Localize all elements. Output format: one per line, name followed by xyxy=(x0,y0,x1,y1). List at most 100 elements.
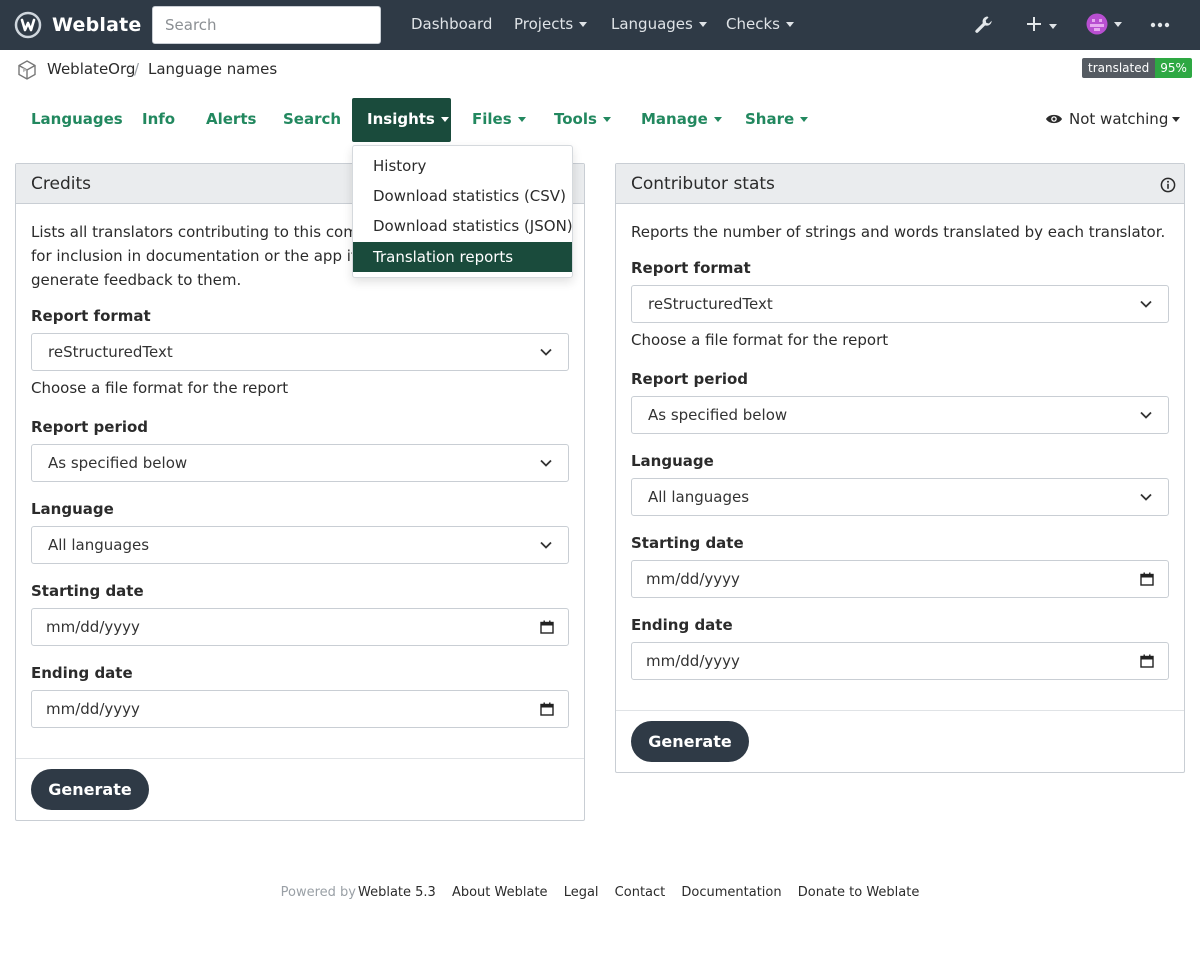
tab-alerts[interactable]: Alerts xyxy=(206,110,256,128)
footer-legal-link[interactable]: Legal xyxy=(564,885,599,900)
tab-languages[interactable]: Languages xyxy=(31,110,123,128)
credits-start-date-field[interactable]: mm/dd/yyyy xyxy=(31,608,569,646)
contributor-stats-panel: Contributor stats Reports the number of … xyxy=(615,163,1185,773)
credits-period-value: As specified below xyxy=(48,454,188,472)
contributor-panel-header: Contributor stats xyxy=(616,164,1184,204)
chevron-down-icon xyxy=(540,348,552,356)
tab-files[interactable]: Files xyxy=(472,110,526,128)
credits-generate-button[interactable]: Generate xyxy=(31,769,149,810)
credits-period-label: Report period xyxy=(31,418,149,436)
watch-label: Not watching xyxy=(1069,110,1169,128)
chevron-down-icon xyxy=(800,117,809,122)
breadcrumb-separator: / xyxy=(134,60,140,78)
credits-end-label: Ending date xyxy=(31,664,133,682)
tab-tools[interactable]: Tools xyxy=(554,110,611,128)
credits-period-select[interactable]: As specified below xyxy=(31,444,569,482)
contributor-description: Reports the number of strings and words … xyxy=(631,223,1166,241)
chevron-down-icon xyxy=(602,117,611,122)
nav-dashboard[interactable]: Dashboard xyxy=(411,15,492,33)
contributor-period-label: Report period xyxy=(631,370,749,388)
tab-info[interactable]: Info xyxy=(142,110,175,128)
chevron-down-icon xyxy=(1140,300,1152,308)
nav-languages[interactable]: Languages xyxy=(611,15,707,33)
brand[interactable]: Weblate xyxy=(14,10,141,40)
nav-dashboard-label: Dashboard xyxy=(411,15,493,33)
footer-about-link[interactable]: About Weblate xyxy=(452,885,548,900)
calendar-icon[interactable] xyxy=(1140,572,1154,586)
credits-language-value: All languages xyxy=(48,536,150,554)
breadcrumb-component[interactable]: Language names xyxy=(148,60,277,78)
chevron-down-icon xyxy=(540,541,552,549)
chevron-down-icon xyxy=(579,22,588,27)
menu-item-download-json[interactable]: Download statistics (JSON) xyxy=(353,211,573,241)
chevron-down-icon xyxy=(1049,24,1057,29)
watch-toggle[interactable]: Not watching xyxy=(1045,110,1181,128)
weblate-logo-icon xyxy=(14,11,42,39)
contributor-end-date-placeholder: mm/dd/yyyy xyxy=(646,652,740,670)
chevron-down-icon xyxy=(517,117,526,122)
nav-projects[interactable]: Projects xyxy=(514,15,588,33)
menu-item-history[interactable]: History xyxy=(353,151,572,181)
menu-item-download-csv[interactable]: Download statistics (CSV) xyxy=(353,181,572,211)
search-input[interactable] xyxy=(152,6,381,44)
tab-share[interactable]: Share xyxy=(745,110,809,128)
contributor-generate-button[interactable]: Generate xyxy=(631,721,749,762)
contributor-start-date-placeholder: mm/dd/yyyy xyxy=(646,570,740,588)
user-menu[interactable] xyxy=(1086,13,1122,39)
brand-name: Weblate xyxy=(52,14,142,36)
calendar-icon[interactable] xyxy=(540,702,554,716)
contributor-language-label: Language xyxy=(631,452,714,470)
plus-icon xyxy=(1027,17,1041,31)
contributor-end-date-field[interactable]: mm/dd/yyyy xyxy=(631,642,1169,680)
contributor-start-label: Starting date xyxy=(631,534,744,552)
footer-documentation-link[interactable]: Documentation xyxy=(681,885,781,900)
nav-languages-label: Languages xyxy=(611,15,693,33)
status-badge-label: translated xyxy=(1082,58,1156,78)
top-navbar: Weblate Dashboard Projects Languages Che… xyxy=(0,0,1200,50)
more-icon[interactable] xyxy=(1150,15,1170,39)
menu-item-translation-reports[interactable]: Translation reports xyxy=(353,242,572,272)
avatar xyxy=(1086,13,1108,35)
contributor-format-label: Report format xyxy=(631,259,751,277)
tab-insights[interactable]: Insights xyxy=(352,98,451,142)
contributor-language-select[interactable]: All languages xyxy=(631,478,1169,516)
eye-icon xyxy=(1046,114,1062,124)
contributor-start-date-field[interactable]: mm/dd/yyyy xyxy=(631,560,1169,598)
contributor-period-select[interactable]: As specified below xyxy=(631,396,1169,434)
footer-version-link[interactable]: Weblate 5.3 xyxy=(358,885,436,900)
contributor-format-help: Choose a file format for the report xyxy=(631,331,889,349)
footer-donate-link[interactable]: Donate to Weblate xyxy=(798,885,920,900)
tab-insights-label: Insights xyxy=(367,110,435,128)
chevron-down-icon xyxy=(440,117,449,122)
page-footer: Powered by Weblate 5.3 About Weblate Lega… xyxy=(0,885,1200,900)
calendar-icon[interactable] xyxy=(1140,654,1154,668)
footer-powered-by: Powered by xyxy=(280,885,356,900)
credits-language-select[interactable]: All languages xyxy=(31,526,569,564)
status-badge[interactable]: translated 95% xyxy=(1082,58,1192,78)
credits-language-label: Language xyxy=(31,500,114,518)
contributor-format-select[interactable]: reStructuredText xyxy=(631,285,1169,323)
credits-format-select[interactable]: reStructuredText xyxy=(31,333,569,371)
nav-projects-label: Projects xyxy=(514,15,574,33)
credits-panel-footer xyxy=(16,758,584,759)
wrench-icon[interactable] xyxy=(973,14,995,40)
chevron-down-icon xyxy=(1140,411,1152,419)
project-cube-icon xyxy=(18,60,36,80)
calendar-icon[interactable] xyxy=(540,620,554,634)
tab-manage[interactable]: Manage xyxy=(641,110,722,128)
credits-end-date-field[interactable]: mm/dd/yyyy xyxy=(31,690,569,728)
add-menu[interactable] xyxy=(1025,13,1057,39)
chevron-down-icon xyxy=(785,22,794,27)
chevron-down-icon xyxy=(540,459,552,467)
credits-start-label: Starting date xyxy=(31,582,144,600)
credits-format-label: Report format xyxy=(31,307,151,325)
tab-search[interactable]: Search xyxy=(283,110,341,128)
breadcrumb-project[interactable]: WeblateOrg xyxy=(47,60,135,78)
nav-checks[interactable]: Checks xyxy=(726,15,794,33)
chevron-down-icon xyxy=(698,22,707,27)
info-icon[interactable] xyxy=(1160,177,1176,193)
insights-dropdown-menu: History Download statistics (CSV) Downlo… xyxy=(352,145,573,278)
credits-start-date-placeholder: mm/dd/yyyy xyxy=(46,618,140,636)
contributor-end-label: Ending date xyxy=(631,616,733,634)
footer-contact-link[interactable]: Contact xyxy=(615,885,666,900)
